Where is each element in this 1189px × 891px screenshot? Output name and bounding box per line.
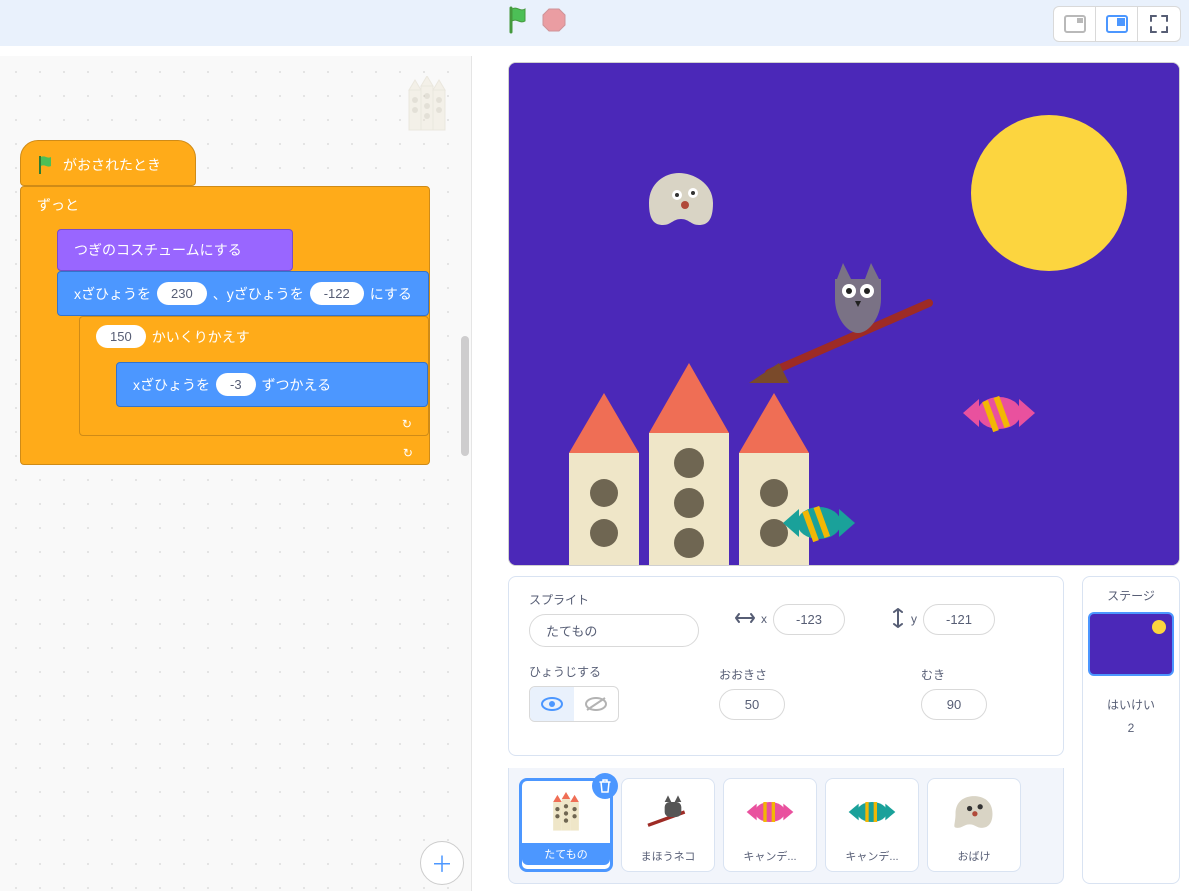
stage-size-controls xyxy=(1053,6,1181,42)
direction-input[interactable] xyxy=(921,689,987,720)
sprite-tile-label: まほうネコ xyxy=(622,845,714,867)
change-x-block[interactable]: xざひょうを -3 ずつかえる xyxy=(116,362,428,407)
x-value-input[interactable]: 230 xyxy=(157,282,207,305)
small-stage-button[interactable] xyxy=(1054,7,1096,41)
block-label: ずっと xyxy=(37,195,79,215)
sprite-tile-label: キャンデ... xyxy=(724,845,816,867)
x-label: x xyxy=(761,612,767,626)
forever-block[interactable]: ずっと つぎのコスチュームにする xざひょうを 230 、yざひょうを -122… xyxy=(20,186,430,465)
block-label: にする xyxy=(370,284,412,304)
sprite-tile-ghost[interactable]: おばけ xyxy=(927,778,1021,872)
blocks-workspace[interactable]: がおされたとき ずっと つぎのコスチュームにする xざひょうを 230 、yざひ… xyxy=(0,56,472,891)
sprite-tile-candy1[interactable]: キャンデ... xyxy=(723,778,817,872)
repeat-count-input[interactable]: 150 xyxy=(96,325,146,348)
show-label: ひょうじする xyxy=(529,663,619,680)
loop-arrow-icon: ↻ xyxy=(402,417,412,431)
block-label: 、yざひょうを xyxy=(213,284,304,304)
sprite-tile-candy2[interactable]: キャンデ... xyxy=(825,778,919,872)
direction-label: むき xyxy=(921,666,987,683)
change-x-input[interactable]: -3 xyxy=(216,373,256,396)
sprite-tile-label: キャンデ... xyxy=(826,845,918,867)
sprite-info-panel: スプライト x y ひょうじする おおきさ xyxy=(508,576,1064,756)
stage-selector[interactable]: ステージ はいけい 2 xyxy=(1082,576,1180,884)
plus-icon: ＋ xyxy=(431,847,453,879)
sprite-tile-label: おばけ xyxy=(928,845,1020,867)
stop-icon[interactable] xyxy=(542,8,566,35)
sprite-watermark-icon xyxy=(397,76,457,135)
goto-xy-block[interactable]: xざひょうを 230 、yざひょうを -122 にする xyxy=(57,271,429,316)
sprite-thumb xyxy=(928,779,1020,845)
block-label: ずつかえる xyxy=(262,375,332,395)
sprite-name-input[interactable] xyxy=(529,614,699,647)
hide-button[interactable] xyxy=(574,687,618,721)
x-input[interactable] xyxy=(773,604,845,635)
sprite-thumb xyxy=(724,779,816,845)
sprite-thumb xyxy=(826,779,918,845)
size-label: おおきさ xyxy=(719,666,785,683)
backdrops-label: はいけい xyxy=(1107,696,1155,713)
y-value-input[interactable]: -122 xyxy=(310,282,364,305)
show-button[interactable] xyxy=(530,687,574,721)
green-flag-icon xyxy=(37,155,57,175)
sprite-label: スプライト xyxy=(529,591,699,608)
when-flag-clicked-block[interactable]: がおされたとき xyxy=(20,140,196,186)
trash-icon xyxy=(598,779,612,793)
repeat-block[interactable]: 150 かいくりかえす xざひょうを -3 ずつかえる xyxy=(79,316,429,436)
stage[interactable] xyxy=(508,62,1180,566)
y-label: y xyxy=(911,612,917,626)
xy-icon xyxy=(891,608,905,631)
block-label: つぎのコスチュームにする xyxy=(74,240,242,260)
block-stack[interactable]: がおされたとき ずっと つぎのコスチュームにする xざひょうを 230 、yざひ… xyxy=(20,140,430,465)
next-costume-block[interactable]: つぎのコスチュームにする xyxy=(57,229,293,271)
backdrop-thumb[interactable] xyxy=(1088,612,1174,676)
sprite-thumb xyxy=(622,779,714,845)
loop-arrow-icon: ↻ xyxy=(403,446,413,460)
fullscreen-button[interactable] xyxy=(1138,7,1180,41)
delete-sprite-button[interactable] xyxy=(592,773,618,799)
y-input[interactable] xyxy=(923,604,995,635)
block-label: がおされたとき xyxy=(63,155,161,175)
sprite-tile-label: たてもの xyxy=(522,843,610,865)
sprite-tile-cat[interactable]: まほうネコ xyxy=(621,778,715,872)
add-extension-button[interactable]: ＋ xyxy=(420,841,464,885)
block-label: かいくりかえす xyxy=(152,327,250,347)
backdrops-count: 2 xyxy=(1128,721,1135,735)
top-bar xyxy=(0,0,1189,46)
block-label: xざひょうを xyxy=(74,284,151,304)
eye-off-icon xyxy=(585,696,607,712)
stage-title: ステージ xyxy=(1107,587,1155,604)
sprite-list: たてもの まほうネコ キャンデ... キャンデ... おばけ xyxy=(508,768,1064,884)
size-input[interactable] xyxy=(719,689,785,720)
visibility-toggle xyxy=(529,686,619,722)
large-stage-button[interactable] xyxy=(1096,7,1138,41)
block-label: xざひょうを xyxy=(133,375,210,395)
xy-icon xyxy=(735,611,755,628)
sprite-tile-building[interactable]: たてもの xyxy=(519,778,613,872)
scrollbar-vertical[interactable] xyxy=(461,336,469,456)
eye-icon xyxy=(541,696,563,712)
green-flag-icon[interactable] xyxy=(508,6,534,37)
